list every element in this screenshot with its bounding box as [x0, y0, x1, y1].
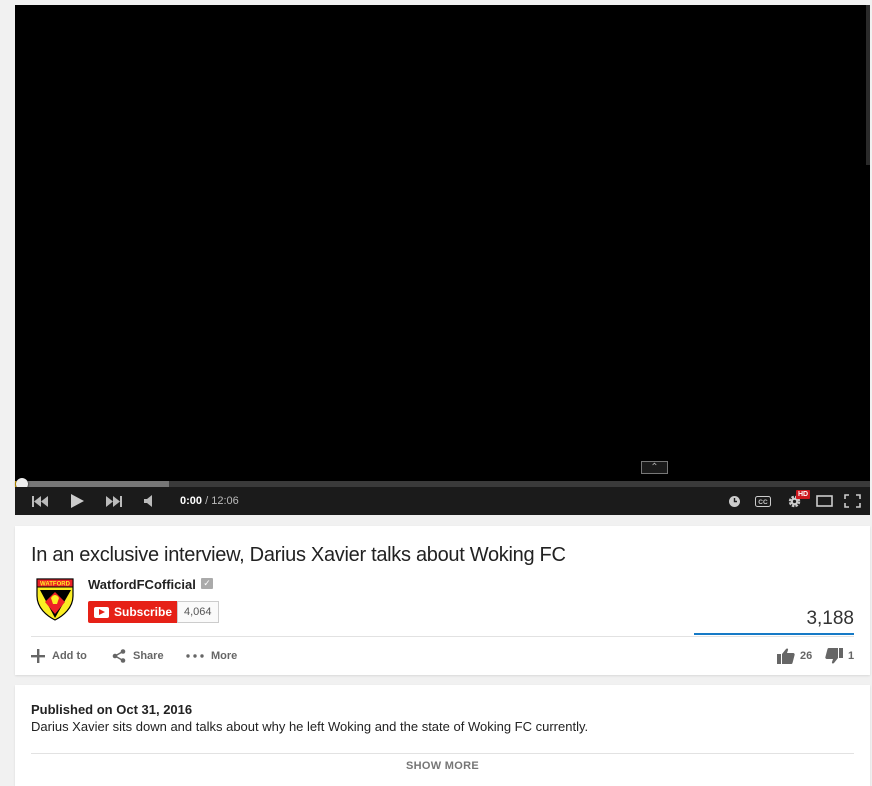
hd-badge: HD	[796, 490, 811, 499]
previous-icon	[32, 495, 48, 507]
divider	[31, 636, 854, 637]
current-time: 0:00	[180, 495, 203, 507]
previous-button[interactable]	[29, 487, 51, 515]
watch-later-icon	[728, 495, 740, 507]
sentiment-bar	[694, 633, 854, 635]
subscriber-count: 4,064	[177, 601, 219, 623]
add-to-label: Add to	[52, 650, 87, 662]
thumbs-down-icon	[825, 648, 843, 664]
publish-date: Published on Oct 31, 2016	[31, 702, 193, 717]
description-card: Published on Oct 31, 2016 Darius Xavier …	[15, 685, 870, 786]
dislike-button[interactable]: 1	[825, 644, 854, 668]
share-button[interactable]: Share	[112, 644, 164, 668]
ellipsis-icon	[186, 654, 204, 658]
divider	[31, 753, 854, 754]
fullscreen-icon	[843, 494, 861, 508]
chevron-up-icon: ⌃	[650, 462, 659, 473]
description-text: Darius Xavier sits down and talks about …	[31, 719, 589, 734]
thumbs-up-icon	[777, 648, 795, 664]
theater-mode-icon	[815, 495, 833, 507]
video-title: In an exclusive interview, Darius Xavier…	[31, 544, 566, 566]
video-info-card: In an exclusive interview, Darius Xavier…	[15, 526, 870, 675]
watch-later-button[interactable]	[725, 487, 743, 515]
captions-icon: CC	[755, 495, 771, 507]
svg-text:WATFORD: WATFORD	[40, 582, 71, 588]
subscribe-button[interactable]: Subscribe	[88, 601, 180, 623]
add-to-button[interactable]: Add to	[31, 644, 87, 668]
duration: / 12:06	[205, 495, 239, 507]
youtube-play-icon	[94, 606, 109, 618]
verified-check-icon: ✓	[201, 578, 213, 589]
fullscreen-button[interactable]	[841, 487, 863, 515]
watford-crest-icon: WATFORD	[36, 578, 74, 621]
volume-icon	[144, 495, 152, 507]
play-icon	[71, 494, 84, 508]
video-player[interactable]: ⌃ 0:00 / 12:06 CC HD	[15, 5, 870, 515]
next-icon	[106, 495, 122, 507]
mute-button[interactable]	[139, 487, 159, 515]
theater-mode-button[interactable]	[813, 487, 835, 515]
dislike-count: 1	[848, 650, 855, 662]
player-controls: 0:00 / 12:06 CC HD	[15, 487, 870, 515]
svg-text:CC: CC	[758, 499, 768, 506]
play-button[interactable]	[65, 487, 89, 515]
more-label: More	[211, 650, 238, 662]
like-count: 26	[800, 650, 813, 662]
like-button[interactable]: 26	[777, 644, 812, 668]
share-icon	[112, 649, 126, 663]
share-label: Share	[133, 650, 164, 662]
subscribe-label: Subscribe	[114, 605, 173, 619]
show-more-button[interactable]: SHOW MORE	[15, 760, 870, 772]
more-button[interactable]: More	[186, 644, 237, 668]
time-display: 0:00 / 12:06	[180, 487, 239, 515]
captions-button[interactable]: CC	[753, 487, 773, 515]
view-count: 3,188	[806, 608, 854, 629]
next-button[interactable]	[103, 487, 125, 515]
plus-icon	[31, 649, 45, 663]
player-scrollbar[interactable]	[866, 5, 870, 165]
expand-annotations-button[interactable]: ⌃	[641, 461, 668, 474]
channel-name[interactable]: WatfordFCofficial	[88, 577, 196, 592]
channel-avatar[interactable]: WATFORD	[31, 574, 79, 622]
